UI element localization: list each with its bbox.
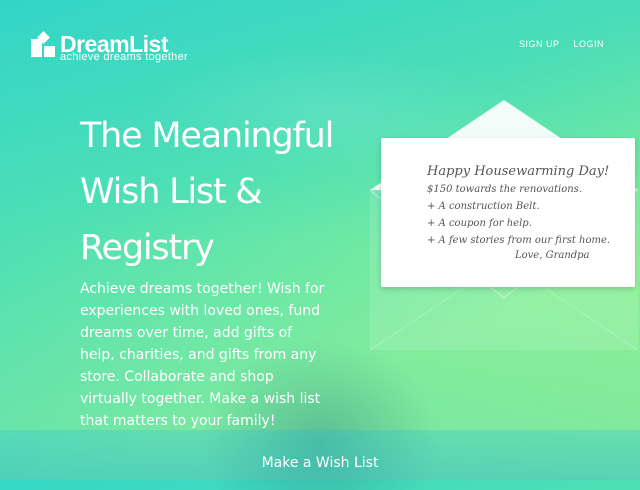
envelope-illustration: Happy Housewarming Day! $150 towards the… <box>368 98 640 350</box>
brand-tagline: achieve dreams together <box>60 51 188 63</box>
card-signature: Love, Grandpa <box>515 250 590 261</box>
hero-title-line: Wish List & <box>80 172 263 212</box>
top-nav: SIGN UP LOGIN <box>519 39 604 49</box>
hero-description: Achieve dreams together! Wish for experi… <box>80 281 325 429</box>
hero-title: The Meaningful Wish List & Registry <box>80 108 350 276</box>
make-wish-list-button[interactable]: Make a Wish List <box>0 455 640 471</box>
card-line: $150 towards the renovations. <box>427 184 582 195</box>
card-title: Happy Housewarming Day! <box>427 164 610 179</box>
card-line: + A few stories from our first home. <box>427 235 611 246</box>
squares-logo-icon <box>31 31 55 57</box>
message-card: Happy Housewarming Day! $150 towards the… <box>381 138 635 287</box>
card-line: + A coupon for help. <box>427 218 532 229</box>
card-line: + A construction Belt. <box>427 201 540 212</box>
hero-title-line: The Meaningful <box>80 116 334 156</box>
login-link[interactable]: LOGIN <box>573 39 604 49</box>
signup-link[interactable]: SIGN UP <box>519 39 560 49</box>
hero-title-line: Registry <box>80 228 215 268</box>
